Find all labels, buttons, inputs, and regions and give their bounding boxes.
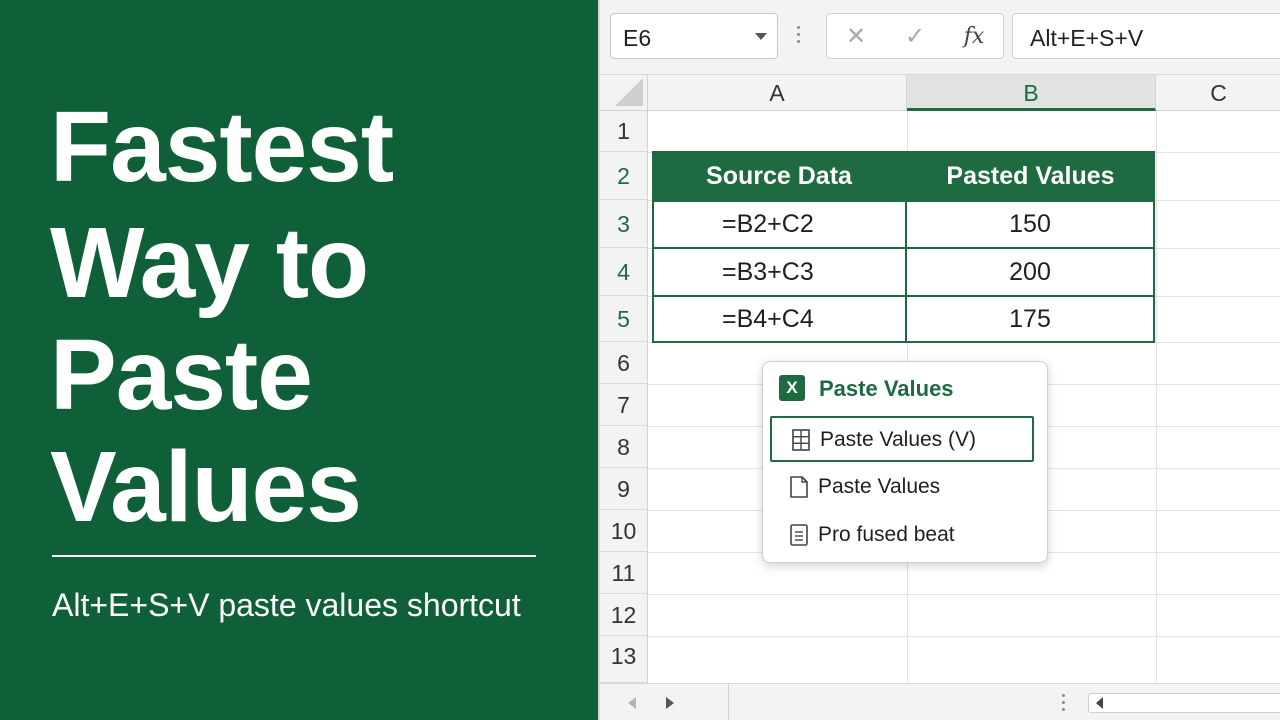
menu-title: Paste Values xyxy=(819,376,954,401)
formula-input[interactable]: Alt+E+S+V xyxy=(1012,13,1280,59)
scroll-left-icon[interactable] xyxy=(628,697,636,709)
formula-bar: E6 ✕ ✓ fx Alt+E+S+V xyxy=(600,0,1280,75)
check-icon[interactable]: ✓ xyxy=(900,23,930,51)
row-header[interactable]: 1 xyxy=(600,111,648,152)
table-cell[interactable]: =B4+C4 xyxy=(652,295,907,343)
chevron-down-icon[interactable] xyxy=(755,33,767,40)
name-box-value: E6 xyxy=(623,25,652,51)
table-cell[interactable]: =B2+C2 xyxy=(652,200,907,249)
page-icon xyxy=(790,476,808,498)
column-header-b[interactable]: B xyxy=(907,75,1156,111)
hero-title-line: Paste xyxy=(50,319,313,431)
sheet-bottom-bar xyxy=(600,683,1280,720)
row-header[interactable]: 12 xyxy=(600,594,648,636)
gridline xyxy=(648,636,1280,637)
drag-handle-icon[interactable] xyxy=(1062,694,1066,715)
menu-item-label: Paste Values xyxy=(818,475,941,498)
scroll-left-icon[interactable] xyxy=(1096,697,1103,709)
table-cell[interactable]: =B3+C3 xyxy=(652,247,907,297)
cancel-icon[interactable]: ✕ xyxy=(841,23,871,51)
formula-buttons: ✕ ✓ fx xyxy=(826,13,1004,59)
menu-item-label: Pro fused beat xyxy=(818,523,955,546)
row-header[interactable]: 11 xyxy=(600,552,648,594)
list-document-icon xyxy=(790,524,808,546)
name-box[interactable]: E6 xyxy=(610,13,778,59)
row-header[interactable]: 10 xyxy=(600,510,648,552)
hero-divider xyxy=(52,555,536,557)
grid-icon xyxy=(792,429,810,451)
row-header[interactable]: 3 xyxy=(600,200,648,248)
gridline xyxy=(648,594,1280,595)
menu-item-paste-values-v[interactable]: Paste Values (V) xyxy=(770,416,1034,462)
table-cell[interactable]: 175 xyxy=(905,295,1155,343)
divider xyxy=(728,684,729,720)
table-cell[interactable]: 200 xyxy=(905,247,1155,297)
table-header-pasted[interactable]: Pasted Values xyxy=(906,151,1155,201)
row-header[interactable]: 7 xyxy=(600,384,648,426)
hero-subtitle: Alt+E+S+V paste values shortcut xyxy=(52,587,521,623)
excel-icon: X xyxy=(779,375,805,401)
row-header[interactable]: 4 xyxy=(600,248,648,296)
menu-item-paste-values[interactable]: Paste Values xyxy=(770,465,1034,511)
gridline xyxy=(1156,111,1157,683)
row-header[interactable]: 5 xyxy=(600,296,648,342)
select-all-corner[interactable] xyxy=(600,75,648,111)
hero-title-line: Way to xyxy=(50,207,369,319)
menu-item-pro-fused-beat[interactable]: Pro fused beat xyxy=(770,513,1034,559)
function-icon[interactable]: fx xyxy=(959,23,989,51)
hero-title-line: Values xyxy=(50,431,362,543)
hero-panel: Fastest Way to Paste Values Alt+E+S+V pa… xyxy=(0,0,598,720)
menu-item-label: Paste Values (V) xyxy=(820,428,977,451)
row-header[interactable]: 9 xyxy=(600,468,648,510)
table-header-source[interactable]: Source Data xyxy=(652,151,906,201)
row-header[interactable]: 13 xyxy=(600,636,648,683)
column-header-a[interactable]: A xyxy=(648,75,907,111)
spreadsheet: E6 ✕ ✓ fx Alt+E+S+V A B C 1 2 3 4 5 6 7 … xyxy=(598,0,1280,720)
hero-title-line: Fastest xyxy=(50,91,394,203)
row-header[interactable]: 6 xyxy=(600,342,648,384)
column-header-c[interactable]: C xyxy=(1156,75,1280,111)
table-cell[interactable]: 150 xyxy=(905,200,1155,249)
paste-values-menu: X Paste Values Paste Values (V) Paste Va… xyxy=(762,361,1048,563)
scroll-right-icon[interactable] xyxy=(666,697,674,709)
row-header[interactable]: 2 xyxy=(600,152,648,200)
drag-handle-icon[interactable] xyxy=(797,26,801,46)
row-header[interactable]: 8 xyxy=(600,426,648,468)
horizontal-scrollbar[interactable] xyxy=(1088,693,1280,713)
